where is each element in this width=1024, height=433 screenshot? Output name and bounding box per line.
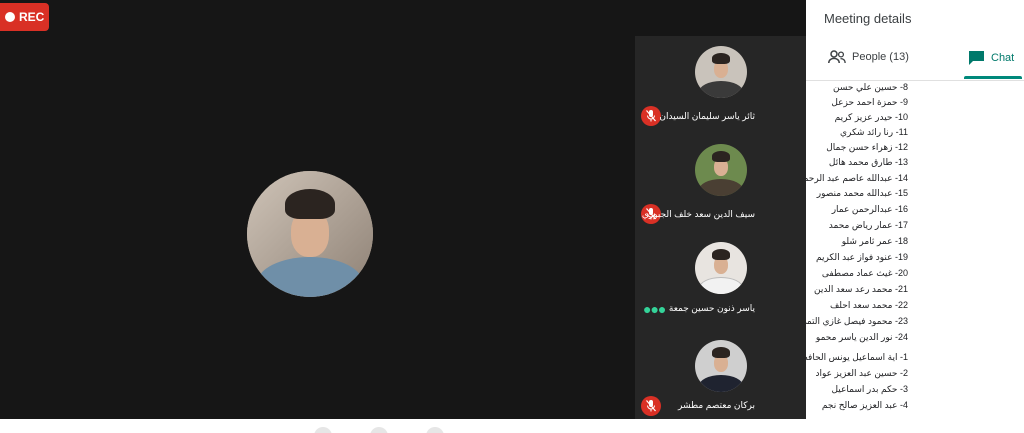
- chat-line: 13- طارق محمد هائل: [828, 157, 908, 167]
- chat-line: 23- محمود فيصل غازي التمي: [806, 316, 908, 326]
- participant-avatar: [695, 242, 747, 294]
- participant-avatar: [695, 46, 747, 98]
- chat-line: 15- عبدالله محمد منصور: [816, 188, 908, 198]
- tab-chat-label: Chat: [991, 52, 1015, 64]
- participant-tile[interactable]: ثائر ياسر سليمان السيدان: [635, 36, 806, 132]
- tab-people-label: People (13): [852, 51, 909, 63]
- panel-title: Meeting details: [824, 11, 912, 26]
- chat-line: 4- عبد العزيز صالح نجم: [821, 400, 908, 410]
- people-icon: [828, 50, 846, 64]
- main-speaker-avatar: [247, 171, 373, 297]
- chat-message-list[interactable]: 8- حسين علي حسن 9- حمزة احمد حزعل 10- حي…: [806, 82, 1024, 422]
- chat-line: 10- حيدر عزيز كريم: [834, 112, 908, 122]
- chat-line: 16- عبدالرحمن عمار: [831, 204, 908, 214]
- chat-line: 14- عبدالله عاصم عبد الرحمن: [806, 173, 908, 183]
- video-stage: REC ثائر ياسر سليمان السيدان سيف الدين س…: [0, 0, 806, 419]
- meeting-details-panel: Meeting details People (13) Chat 8- حسين…: [806, 0, 1024, 433]
- recording-label: REC: [19, 10, 45, 24]
- active-tab-indicator: [964, 76, 1022, 79]
- recording-badge: REC: [0, 3, 49, 31]
- chat-line: 12- زهراء حسن جمال: [826, 142, 908, 152]
- chat-line: 9- حمزة احمد حزعل: [831, 97, 908, 107]
- chat-line: 3- حكم بدر اسماعيل: [831, 384, 908, 394]
- tab-chat[interactable]: Chat: [968, 50, 1014, 66]
- chat-line: 2- حسين عبد العزيز عواد: [815, 368, 908, 378]
- participant-name: بركان معتصم مطشر: [678, 400, 755, 410]
- chat-line: 1- اية اسماعيل يونس الحافظ: [806, 352, 908, 362]
- participant-tile[interactable]: بركان معتصم مطشر: [635, 330, 806, 419]
- divider: [806, 80, 1024, 81]
- chat-line: 8- حسين علي حسن: [833, 82, 908, 92]
- chat-line: 19- عنود فواز عبد الكريم: [815, 252, 908, 262]
- participant-name: ثائر ياسر سليمان السيدان: [659, 111, 755, 121]
- participant-strip[interactable]: ثائر ياسر سليمان السيدان سيف الدين سعد خ…: [635, 36, 806, 419]
- participant-name: ياسر ذنون حسين جمعة: [668, 303, 755, 313]
- control-button[interactable]: [314, 427, 332, 433]
- chat-icon: [969, 51, 984, 65]
- chat-line: 20- غيث عماد مصطفى: [821, 268, 908, 278]
- control-button[interactable]: [370, 427, 388, 433]
- participant-avatar: [695, 340, 747, 392]
- chat-line: 21- محمد رعد سعد الدين: [814, 284, 908, 294]
- record-dot-icon: [5, 12, 15, 22]
- participant-avatar: [695, 144, 747, 196]
- chat-line: 11- رنا رائد شكري: [839, 127, 908, 137]
- chat-line: 18- عمر ثامر شلو: [841, 236, 908, 246]
- tab-people[interactable]: People (13): [828, 50, 909, 64]
- participant-tile[interactable]: ●●● ياسر ذنون حسين جمعة: [635, 232, 806, 328]
- participant-tile[interactable]: سيف الدين سعد خلف الجبوري: [635, 134, 806, 230]
- participant-name: سيف الدين سعد خلف الجبوري: [641, 209, 755, 219]
- control-button[interactable]: [426, 427, 444, 433]
- bottom-controls-bar: [0, 419, 806, 433]
- chat-line: 17- عمار رياض محمد: [828, 220, 908, 230]
- chat-line: 22- محمد سعد احلف: [829, 300, 908, 310]
- chat-line: 24- نور الدين ياسر محمو: [815, 332, 908, 342]
